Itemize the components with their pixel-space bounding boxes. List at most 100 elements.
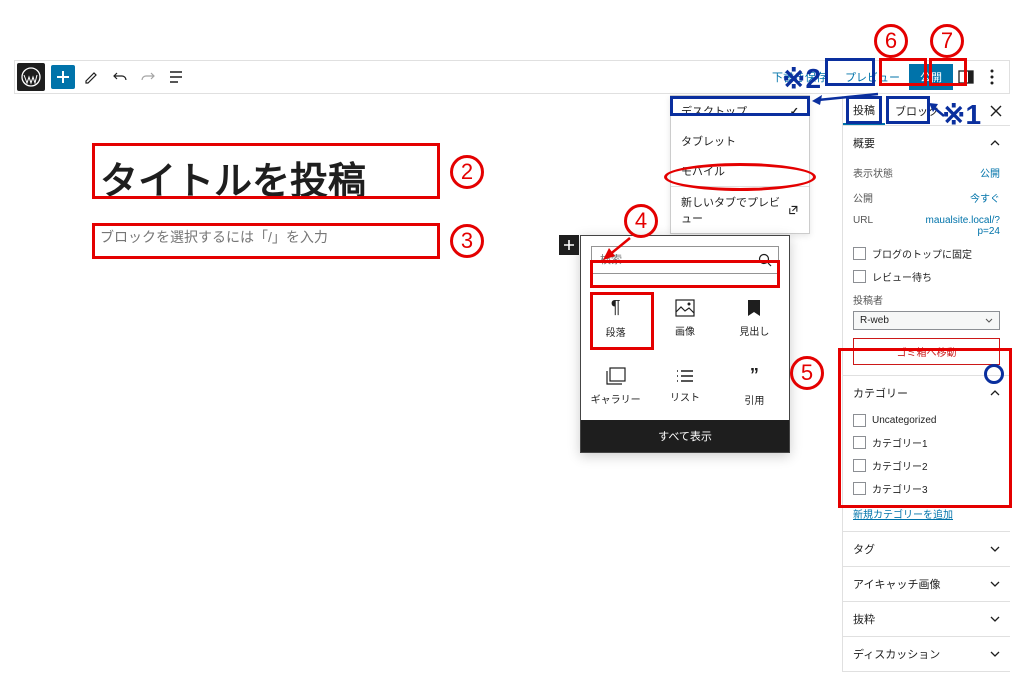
annotation-circle-2: 2 (450, 155, 484, 189)
pending-review-label: レビュー待ち (872, 269, 932, 284)
search-icon (750, 253, 780, 267)
close-icon (990, 105, 1002, 117)
summary-visibility[interactable]: 表示状態 公開 (843, 160, 1010, 185)
annotation-circle-5: 5 (790, 356, 824, 390)
block-inserter: ¶ 段落 画像 見出し ギャラリー リスト ” 引用 (580, 235, 790, 453)
block-gallery-label: ギャラリー (591, 391, 641, 406)
preview-desktop[interactable]: デスクトップ ✓ (671, 96, 809, 126)
category-label: カテゴリー1 (872, 435, 928, 450)
panel-categories: カテゴリー Uncategorized カテゴリー1 カテゴリー2 カテゴリー3… (843, 376, 1010, 532)
chevron-down-icon (990, 546, 1000, 552)
block-list[interactable]: リスト (650, 352, 719, 420)
category-checkbox-1[interactable]: カテゴリー1 (843, 431, 1010, 454)
tab-block[interactable]: ブロック (885, 96, 949, 125)
pin-to-top-checkbox[interactable]: ブログのトップに固定 (843, 242, 1010, 265)
tab-post[interactable]: 投稿 (843, 96, 885, 125)
preview-mobile[interactable]: モバイル (671, 156, 809, 186)
panel-tags-toggle[interactable]: タグ (843, 532, 1010, 566)
save-draft-button[interactable]: 下書き保存 (763, 64, 836, 90)
chevron-down-icon (990, 651, 1000, 657)
preview-tablet[interactable]: タブレット (671, 126, 809, 156)
checkbox-icon (853, 270, 866, 283)
inserter-search-input[interactable] (592, 254, 750, 266)
visibility-label: 表示状態 (853, 165, 893, 180)
bookmark-icon (746, 299, 762, 317)
external-link-icon (788, 204, 799, 216)
block-quote[interactable]: ” 引用 (720, 352, 789, 420)
annotation-circle-3: 3 (450, 224, 484, 258)
sidebar-close[interactable] (982, 96, 1010, 125)
preview-mobile-label: モバイル (681, 163, 725, 179)
preview-new-tab[interactable]: 新しいタブでプレビュー (671, 186, 809, 233)
list-icon (676, 369, 694, 383)
add-block-button[interactable] (51, 65, 75, 89)
inserter-toggle[interactable] (559, 235, 579, 255)
inserter-show-all[interactable]: すべて表示 (581, 420, 789, 452)
block-heading[interactable]: 見出し (720, 284, 789, 352)
post-title-input[interactable]: タイトルを投稿 (100, 150, 366, 205)
panel-summary: 概要 表示状態 公開 公開 今すぐ URL maualsite.local/?p… (843, 126, 1010, 376)
publish-button[interactable]: 公開 (909, 64, 953, 90)
preview-new-tab-label: 新しいタブでプレビュー (681, 194, 788, 226)
summary-publish[interactable]: 公開 今すぐ (843, 185, 1010, 210)
chevron-down-icon (985, 318, 993, 323)
publish-label: 公開 (853, 190, 873, 205)
panel-excerpt: 抜粋 (843, 602, 1010, 637)
sidebar-icon (957, 68, 975, 86)
preview-menu: デスクトップ ✓ タブレット モバイル 新しいタブでプレビュー (670, 95, 810, 234)
wordpress-logo[interactable] (17, 63, 45, 91)
panel-excerpt-toggle[interactable]: 抜粋 (843, 602, 1010, 636)
document-overview-button[interactable] (165, 66, 187, 88)
options-button[interactable] (979, 64, 1005, 90)
block-heading-label: 見出し (739, 323, 769, 338)
image-icon (675, 299, 695, 317)
redo-icon (140, 69, 156, 85)
chevron-down-icon (990, 581, 1000, 587)
panel-summary-toggle[interactable]: 概要 (843, 126, 1010, 160)
list-view-icon (168, 69, 184, 85)
more-vertical-icon (990, 69, 994, 85)
pencil-icon (84, 69, 100, 85)
chevron-down-icon (990, 616, 1000, 622)
preview-tablet-label: タブレット (681, 133, 736, 149)
preview-button[interactable]: プレビュー (836, 64, 909, 90)
block-paragraph[interactable]: ¶ 段落 (581, 284, 650, 352)
panel-featured-image-title: アイキャッチ画像 (853, 576, 940, 592)
panel-discussion-toggle[interactable]: ディスカッション (843, 637, 1010, 671)
chevron-up-icon (990, 390, 1000, 396)
redo-button[interactable] (137, 66, 159, 88)
url-value: maualsite.local/?p=24 (920, 215, 1000, 237)
category-label: カテゴリー2 (872, 458, 928, 473)
block-image-label: 画像 (675, 323, 695, 338)
checkbox-icon (853, 436, 866, 449)
inserter-search[interactable] (591, 246, 779, 274)
annotation-circle-4: 4 (624, 204, 658, 238)
inserter-grid: ¶ 段落 画像 見出し ギャラリー リスト ” 引用 (581, 284, 789, 420)
panel-tags: タグ (843, 532, 1010, 567)
plus-icon (56, 70, 70, 84)
undo-button[interactable] (109, 66, 131, 88)
move-to-trash[interactable]: ゴミ箱へ移動 (853, 338, 1000, 365)
pending-review-checkbox[interactable]: レビュー待ち (843, 265, 1010, 288)
panel-discussion: ディスカッション (843, 637, 1010, 672)
checkbox-icon (853, 247, 866, 260)
gallery-icon (606, 367, 626, 385)
block-image[interactable]: 画像 (650, 284, 719, 352)
author-select[interactable]: R-web (853, 311, 1000, 330)
settings-sidebar-toggle[interactable] (953, 64, 979, 90)
category-checkbox-2[interactable]: カテゴリー2 (843, 454, 1010, 477)
category-label: カテゴリー3 (872, 481, 928, 496)
edit-mode-toggle[interactable] (81, 66, 103, 88)
paragraph-placeholder[interactable]: ブロックを選択するには「/」を入力 (100, 227, 366, 247)
panel-categories-toggle[interactable]: カテゴリー (843, 376, 1010, 410)
add-new-category[interactable]: 新規カテゴリーを追加 (843, 500, 1010, 531)
panel-summary-title: 概要 (853, 135, 875, 151)
sidebar-tabs: 投稿 ブロック (843, 96, 1010, 126)
category-checkbox-0[interactable]: Uncategorized (843, 410, 1010, 431)
category-checkbox-3[interactable]: カテゴリー3 (843, 477, 1010, 500)
summary-url[interactable]: URL maualsite.local/?p=24 (843, 210, 1010, 242)
panel-featured-image-toggle[interactable]: アイキャッチ画像 (843, 567, 1010, 601)
annotation-circle-6: 6 (874, 24, 908, 58)
block-gallery[interactable]: ギャラリー (581, 352, 650, 420)
annotation-circle-7: 7 (930, 24, 964, 58)
